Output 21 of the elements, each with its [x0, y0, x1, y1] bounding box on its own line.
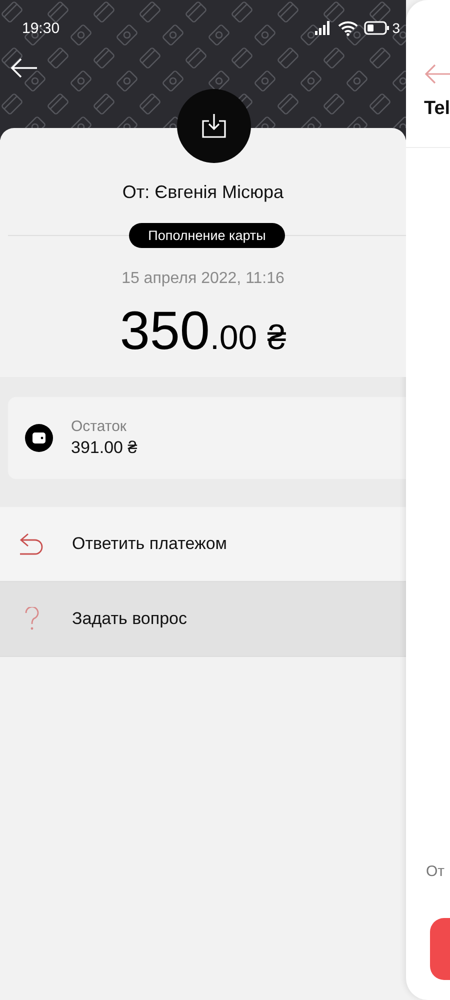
- wifi-icon: [338, 20, 358, 36]
- status-time: 19:30: [22, 20, 60, 36]
- panel-label: От: [426, 863, 446, 880]
- amount-fraction: .00: [210, 319, 258, 358]
- battery-percent: 3: [392, 20, 400, 36]
- balance-value: 391.00 ₴: [71, 438, 138, 458]
- back-arrow-icon[interactable]: [424, 64, 450, 84]
- category-tag: Пополнение карты: [129, 223, 285, 248]
- action-button[interactable]: [430, 918, 450, 980]
- wallet-icon: [25, 424, 53, 452]
- panel-title: Tel: [424, 98, 450, 120]
- reply-icon: [19, 533, 45, 555]
- currency-sign: ₴: [267, 319, 286, 358]
- action-item[interactable]: Задать вопрос: [0, 582, 406, 657]
- battery-icon: [364, 21, 390, 35]
- amount-whole: 350: [120, 300, 210, 362]
- balance-label: Остаток: [71, 418, 128, 435]
- transaction-date: 15 апреля 2022, 11:16: [122, 270, 284, 288]
- question-icon: [24, 607, 40, 631]
- sender-name: От: Євгенія Місюра: [122, 182, 284, 203]
- signal-icon: [314, 21, 332, 35]
